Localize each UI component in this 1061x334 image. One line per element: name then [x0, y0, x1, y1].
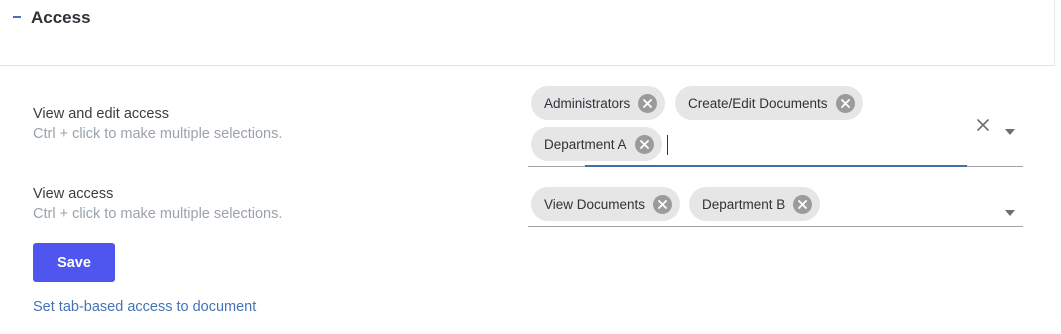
access-settings-page: Access View and edit access Ctrl + click…: [0, 0, 1061, 334]
view-edit-access-select[interactable]: Administrators Create/Edit Documents Dep…: [528, 84, 1023, 167]
text-cursor: [667, 135, 668, 155]
set-tab-based-access-link[interactable]: Set tab-based access to document: [33, 299, 256, 315]
chip-label: View Documents: [544, 196, 646, 212]
close-circle-icon[interactable]: [653, 194, 673, 214]
view-access-hint: Ctrl + click to make multiple selections…: [33, 206, 283, 222]
minus-icon[interactable]: [13, 16, 21, 18]
caret-down-icon[interactable]: [1005, 122, 1015, 135]
chip-create-edit-documents: Create/Edit Documents: [675, 86, 863, 120]
chip-label: Create/Edit Documents: [688, 95, 828, 111]
caret-down-icon[interactable]: [1005, 203, 1015, 216]
view-edit-access-label: View and edit access: [33, 106, 169, 122]
chip-view-documents: View Documents: [531, 187, 681, 221]
chip-label: Department B: [702, 196, 786, 212]
save-button[interactable]: Save: [33, 243, 115, 282]
chip-label: Department A: [544, 136, 627, 152]
close-circle-icon[interactable]: [835, 93, 855, 113]
close-circle-icon[interactable]: [638, 93, 658, 113]
close-circle-icon[interactable]: [793, 194, 813, 214]
chip-department-b: Department B: [689, 187, 821, 221]
view-access-label: View access: [33, 186, 114, 202]
chip-department-a: Department A: [531, 127, 662, 161]
close-icon[interactable]: [975, 117, 991, 133]
view-access-select[interactable]: View Documents Department B: [528, 184, 1023, 227]
section-title: Access: [31, 8, 91, 27]
chip-administrators: Administrators: [531, 86, 666, 120]
close-circle-icon[interactable]: [634, 134, 654, 154]
chip-label: Administrators: [544, 95, 631, 111]
view-edit-access-hint: Ctrl + click to make multiple selections…: [33, 126, 283, 142]
access-section-header[interactable]: Access: [0, 0, 1055, 66]
focus-underline: [585, 165, 967, 167]
